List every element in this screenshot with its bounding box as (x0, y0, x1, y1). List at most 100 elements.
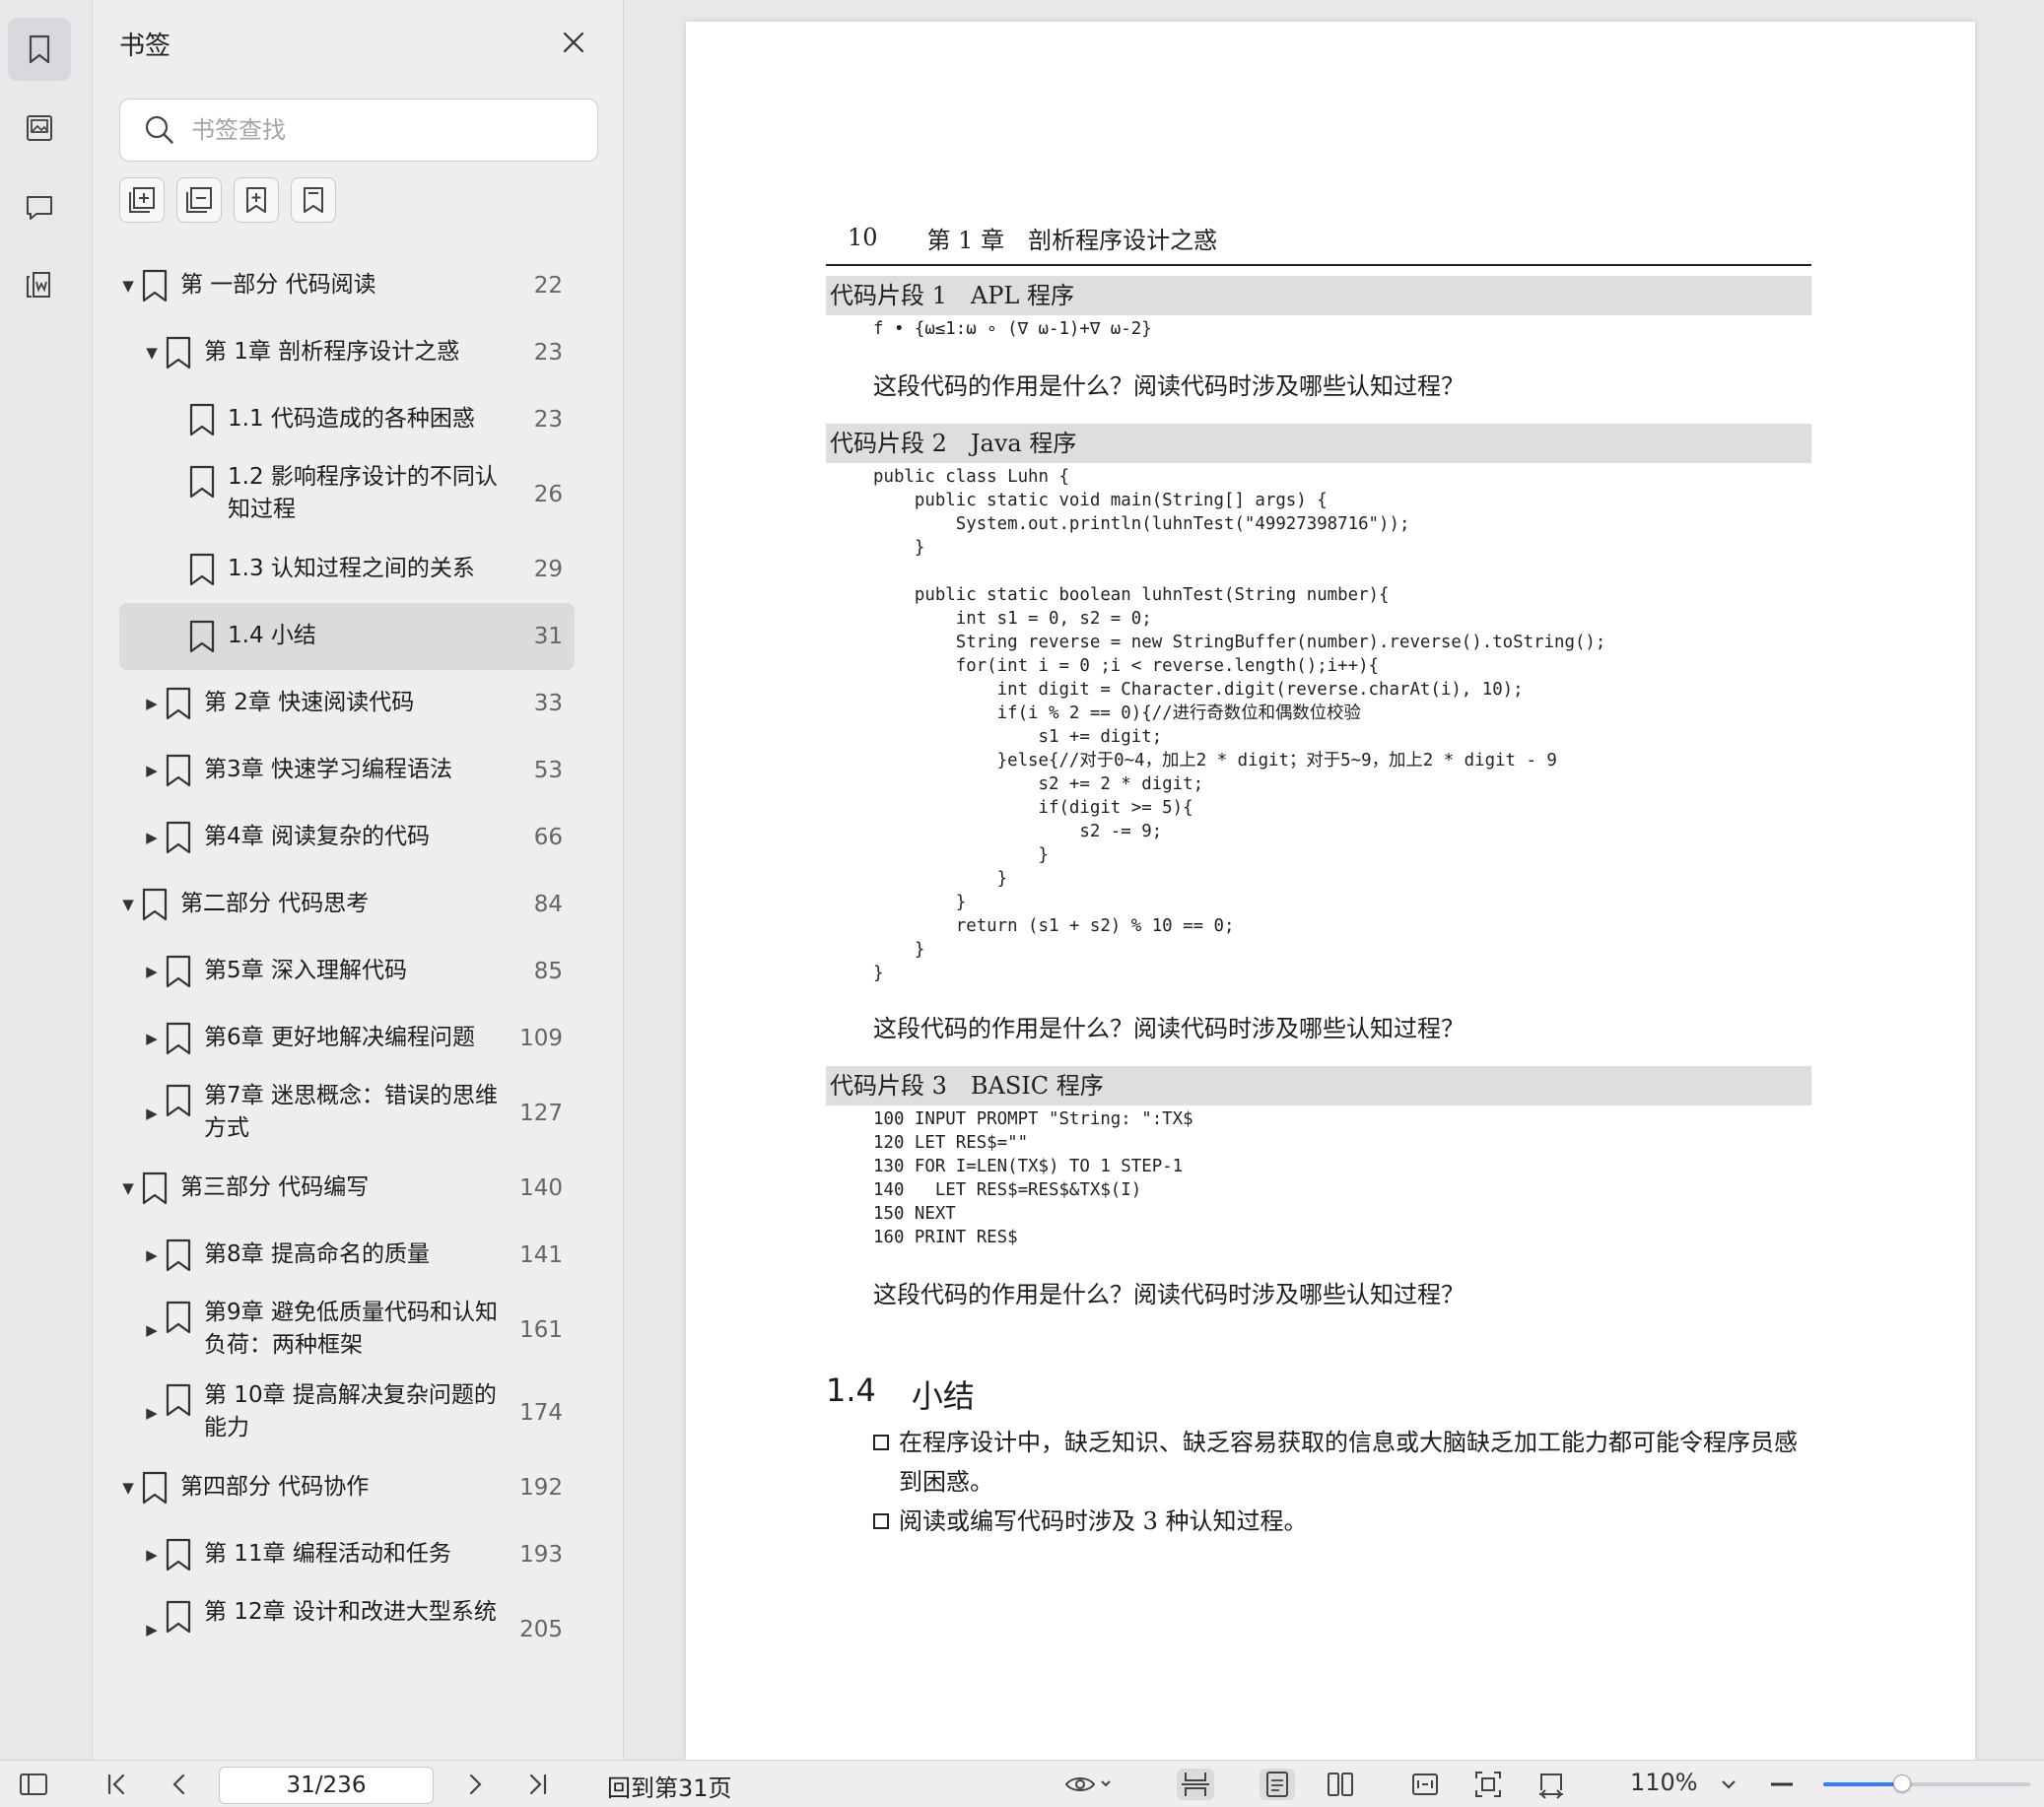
section-title: 小结 (911, 1377, 975, 1415)
bookmark-label: 第二部分 代码思考 (180, 891, 370, 916)
previous-page-icon[interactable] (164, 1769, 195, 1800)
bookmark-label: 第5章 深入理解代码 (204, 958, 407, 983)
zoom-level[interactable]: 110% (1630, 1769, 1698, 1796)
caret-right-icon[interactable]: ▶ (143, 1372, 161, 1454)
thumbnails-tab-icon[interactable] (8, 97, 71, 160)
section-number: 1.4 (826, 1372, 876, 1409)
bookmark-icon (189, 465, 215, 499)
fit-width-icon[interactable] (1409, 1769, 1441, 1800)
view-mode-icon[interactable] (1064, 1769, 1112, 1800)
bookmark-item[interactable]: 1.1 代码造成的各种困惑 23 (119, 386, 575, 453)
bookmark-icon (166, 1022, 191, 1055)
bookmark-item[interactable]: ▼ 第四部分 代码协作 192 (119, 1454, 575, 1521)
last-page-icon[interactable] (522, 1769, 554, 1800)
bookmark-item[interactable]: ▶ 第 2章 快速阅读代码 33 (119, 670, 575, 737)
bookmark-label: 第 12章 设计和改进大型系统 (204, 1599, 497, 1625)
caret-right-icon[interactable]: ▶ (143, 1222, 161, 1289)
bookmark-item[interactable]: ▶ 第3章 快速学习编程语法 53 (119, 737, 575, 804)
bookmark-item[interactable]: ▼ 第 一部分 代码阅读 22 (119, 252, 575, 319)
page-number-input[interactable]: 31/236 (219, 1767, 434, 1804)
bookmark-list: ▼ 第 一部分 代码阅读 22 ▼ 第 1章 剖析程序设计之惑 23 1.1 代码造成的各种… (119, 252, 575, 1671)
bookmark-item[interactable]: ▶ 第8章 提高命名的质量 141 (119, 1222, 575, 1289)
bookmark-page-number: 205 (519, 1617, 563, 1642)
chevron-down-icon[interactable] (1713, 1769, 1744, 1800)
close-icon[interactable] (559, 28, 588, 57)
bookmark-item[interactable]: ▶ 第 10章 提高解决复杂问题的能力 174 (119, 1372, 575, 1454)
running-header: 10 第 1 章 剖析程序设计之惑 (826, 211, 1811, 266)
bookmark-icon (142, 888, 168, 921)
caret-down-icon[interactable]: ▼ (143, 319, 161, 386)
caret-down-icon[interactable]: ▼ (119, 252, 137, 319)
bookmark-item[interactable]: ▶ 第 12章 设计和改进大型系统 205 (119, 1588, 575, 1671)
caret-right-icon[interactable]: ▶ (143, 804, 161, 871)
expand-all-icon (129, 187, 155, 213)
bookmark-search-box[interactable] (119, 99, 598, 162)
bookmark-label: 1.4 小结 (228, 623, 316, 648)
snippet-1-code: f • {ω≤1:ω ∘ (∇ ω-1)+∇ ω-2} (873, 319, 1152, 339)
bookmark-item[interactable]: 1.2 影响程序设计的不同认知过程 26 (119, 453, 575, 536)
caret-right-icon[interactable]: ▶ (143, 670, 161, 737)
bookmark-page-number: 23 (533, 340, 563, 366)
continuous-scroll-icon[interactable] (1177, 1769, 1214, 1800)
bookmark-item[interactable]: ▶ 第6章 更好地解决编程问题 109 (119, 1005, 575, 1072)
bookmark-item[interactable]: 1.3 认知过程之间的关系 29 (119, 536, 575, 603)
bookmark-item[interactable]: ▶ 第9章 避免低质量代码和认知负荷：两种框架 161 (119, 1289, 575, 1372)
bookmark-icon (166, 754, 191, 787)
expand-all-button[interactable] (119, 177, 165, 223)
back-to-page-link[interactable]: 回到第31页 (607, 1769, 732, 1803)
caret-right-icon[interactable]: ▶ (143, 1072, 161, 1155)
bookmark-item[interactable]: ▶ 第 11章 编程活动和任务 193 (119, 1521, 575, 1588)
comments-tab-icon[interactable] (8, 175, 71, 238)
zoom-slider-thumb[interactable] (1892, 1774, 1911, 1792)
toggle-sidebar-icon[interactable] (18, 1769, 49, 1800)
collapse-all-icon (186, 187, 212, 213)
bookmarks-tab-icon[interactable] (8, 18, 71, 81)
bookmark-button[interactable] (291, 177, 336, 223)
bookmark-page-number: 193 (519, 1542, 563, 1568)
bookmark-icon (142, 1471, 168, 1505)
zoom-slider[interactable] (1823, 1774, 2030, 1792)
checkbox-bullet-icon (873, 1435, 889, 1450)
caret-right-icon[interactable]: ▶ (143, 1289, 161, 1372)
bookmark-label: 第9章 避免低质量代码和认知负荷：两种框架 (204, 1300, 498, 1358)
two-page-icon[interactable] (1325, 1769, 1356, 1800)
search-icon (145, 115, 173, 144)
document-tab-icon[interactable] (8, 254, 71, 317)
bookmark-item[interactable]: ▼ 第 1章 剖析程序设计之惑 23 (119, 319, 575, 386)
bookmark-page-number: 53 (533, 758, 563, 783)
caret-right-icon[interactable]: ▶ (143, 938, 161, 1005)
bookmark-icon (166, 1600, 191, 1634)
caret-right-icon[interactable]: ▶ (143, 1588, 161, 1671)
caret-down-icon[interactable]: ▼ (119, 1454, 137, 1521)
bookmark-page-number: 23 (533, 407, 563, 433)
bookmark-icon (166, 1538, 191, 1572)
bottom-toolbar: 31/236 回到第31页 110% (0, 1760, 2044, 1807)
caret-right-icon[interactable]: ▶ (143, 1521, 161, 1588)
left-rail (0, 0, 93, 1760)
collapse-all-button[interactable] (176, 177, 222, 223)
bookmark-item[interactable]: ▶ 第5章 深入理解代码 85 (119, 938, 575, 1005)
zoom-out-icon[interactable] (1766, 1769, 1798, 1800)
caret-down-icon[interactable]: ▼ (119, 1155, 137, 1222)
add-bookmark-button[interactable] (234, 177, 279, 223)
summary-item: 阅读或编写代码时涉及 3 种认知过程。 (873, 1502, 1819, 1541)
bookmark-item[interactable]: ▶ 第4章 阅读复杂的代码 66 (119, 804, 575, 871)
single-page-icon[interactable] (1260, 1769, 1295, 1800)
caret-right-icon[interactable]: ▶ (143, 737, 161, 804)
bookmark-item[interactable]: ▼ 第二部分 代码思考 84 (119, 871, 575, 938)
bookmark-label: 1.3 认知过程之间的关系 (228, 556, 475, 581)
bookmark-item[interactable]: ▶ 第7章 迷思概念：错误的思维方式 127 (119, 1072, 575, 1155)
bookmark-search-input[interactable] (191, 116, 566, 144)
bookmark-page-number: 29 (533, 557, 563, 582)
caret-down-icon[interactable]: ▼ (119, 871, 137, 938)
bookmark-item[interactable]: 1.4 小结 31 (119, 603, 575, 670)
bookmark-icon (189, 553, 215, 586)
next-page-icon[interactable] (459, 1769, 491, 1800)
rotate-page-icon[interactable] (1535, 1769, 1567, 1800)
bookmark-label: 第 11章 编程活动和任务 (204, 1541, 451, 1567)
bookmark-item[interactable]: ▼ 第三部分 代码编写 140 (119, 1155, 575, 1222)
snippet-1-title: 代码片段 1 APL 程序 (826, 276, 1811, 315)
first-page-icon[interactable] (101, 1769, 132, 1800)
caret-right-icon[interactable]: ▶ (143, 1005, 161, 1072)
fit-page-icon[interactable] (1472, 1769, 1504, 1800)
